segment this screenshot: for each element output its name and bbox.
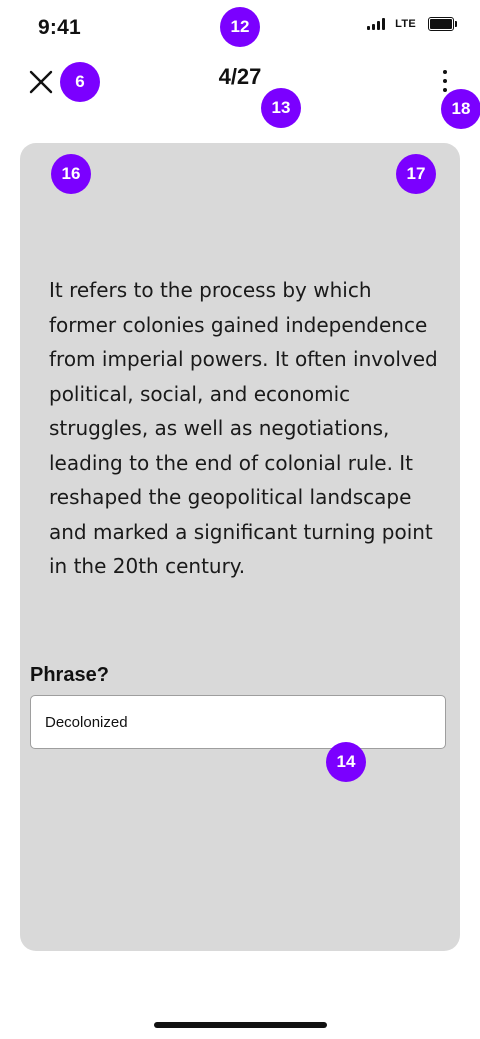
marker-close: 6 <box>60 62 100 102</box>
network-label: LTE <box>395 18 416 30</box>
marker-counter: 13 <box>261 88 301 128</box>
status-indicators: LTE <box>367 17 457 31</box>
status-time: 9:41 <box>38 16 81 39</box>
more-options-button[interactable] <box>440 69 450 93</box>
marker-input: 14 <box>326 742 366 782</box>
more-vertical-icon <box>443 70 447 74</box>
answer-input[interactable] <box>30 695 446 749</box>
marker-status: 12 <box>220 7 260 47</box>
marker-card-right: 17 <box>396 154 436 194</box>
definition-text: It refers to the process by which former… <box>49 278 438 578</box>
marker-card-left: 16 <box>51 154 91 194</box>
flashcard[interactable]: It refers to the process by which former… <box>20 143 460 951</box>
marker-more: 18 <box>441 89 480 129</box>
signal-icon <box>367 18 386 30</box>
question-label: Phrase? <box>30 664 109 686</box>
home-indicator[interactable] <box>154 1022 327 1028</box>
battery-icon <box>428 17 457 31</box>
